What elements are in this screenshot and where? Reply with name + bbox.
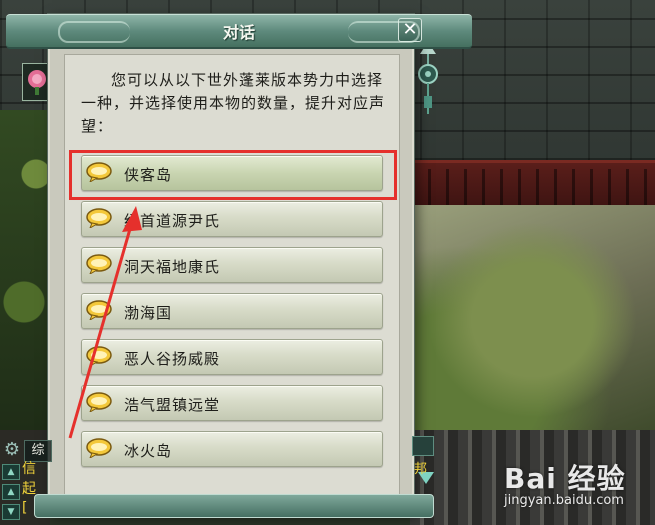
watermark-logo: Bai 经验	[504, 462, 626, 495]
chat-input-bar[interactable]	[34, 494, 434, 518]
chat-line: [	[22, 500, 28, 516]
gear-icon[interactable]: ⚙	[2, 440, 22, 460]
chat-scroll-down-icon[interactable]: ▼	[2, 504, 20, 520]
baidu-watermark: Bai 经验 jingyan.baidu.com	[500, 455, 650, 523]
annotation-arrow-icon	[68, 206, 142, 439]
watermark-url: jingyan.baidu.com	[504, 493, 624, 508]
chat-scroll-top-icon[interactable]: ▲	[2, 484, 20, 500]
chat-scroll-up-icon[interactable]: ▲	[2, 464, 20, 480]
chat-line: 信	[22, 461, 36, 477]
chat-resize-handle[interactable]	[412, 436, 434, 456]
chat-line: 邦	[414, 462, 428, 477]
